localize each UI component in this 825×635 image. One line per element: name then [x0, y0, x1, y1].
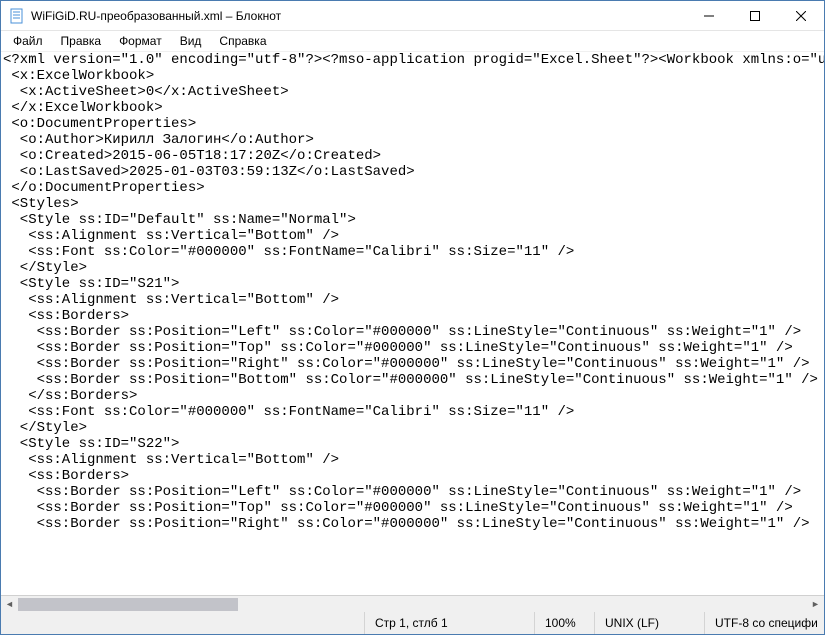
titlebar: WiFiGiD.RU-преобразованный.xml – Блокнот	[1, 1, 824, 31]
scroll-track[interactable]	[18, 596, 807, 612]
status-encoding: UTF-8 со специфи	[704, 612, 824, 634]
menu-help[interactable]: Справка	[211, 33, 274, 49]
menu-format[interactable]: Формат	[111, 33, 170, 49]
maximize-button[interactable]	[732, 1, 778, 30]
notepad-icon	[9, 8, 25, 24]
menu-edit[interactable]: Правка	[53, 33, 110, 49]
scroll-left-arrow-icon[interactable]: ◄	[1, 596, 18, 613]
status-spacer	[1, 612, 364, 634]
minimize-button[interactable]	[686, 1, 732, 30]
scroll-thumb[interactable]	[18, 598, 238, 611]
close-button[interactable]	[778, 1, 824, 30]
menubar: Файл Правка Формат Вид Справка	[1, 31, 824, 51]
text-area-container: <?xml version="1.0" encoding="utf-8"?><?…	[1, 51, 824, 595]
text-editor[interactable]: <?xml version="1.0" encoding="utf-8"?><?…	[1, 52, 824, 595]
statusbar: Стр 1, стлб 1 100% UNIX (LF) UTF-8 со сп…	[1, 612, 824, 634]
status-position: Стр 1, стлб 1	[364, 612, 534, 634]
window-title: WiFiGiD.RU-преобразованный.xml – Блокнот	[31, 9, 686, 23]
status-line-ending: UNIX (LF)	[594, 612, 704, 634]
status-zoom: 100%	[534, 612, 594, 634]
scroll-right-arrow-icon[interactable]: ►	[807, 596, 824, 613]
window-controls	[686, 1, 824, 30]
menu-view[interactable]: Вид	[172, 33, 210, 49]
menu-file[interactable]: Файл	[5, 33, 51, 49]
horizontal-scrollbar[interactable]: ◄ ►	[1, 595, 824, 612]
